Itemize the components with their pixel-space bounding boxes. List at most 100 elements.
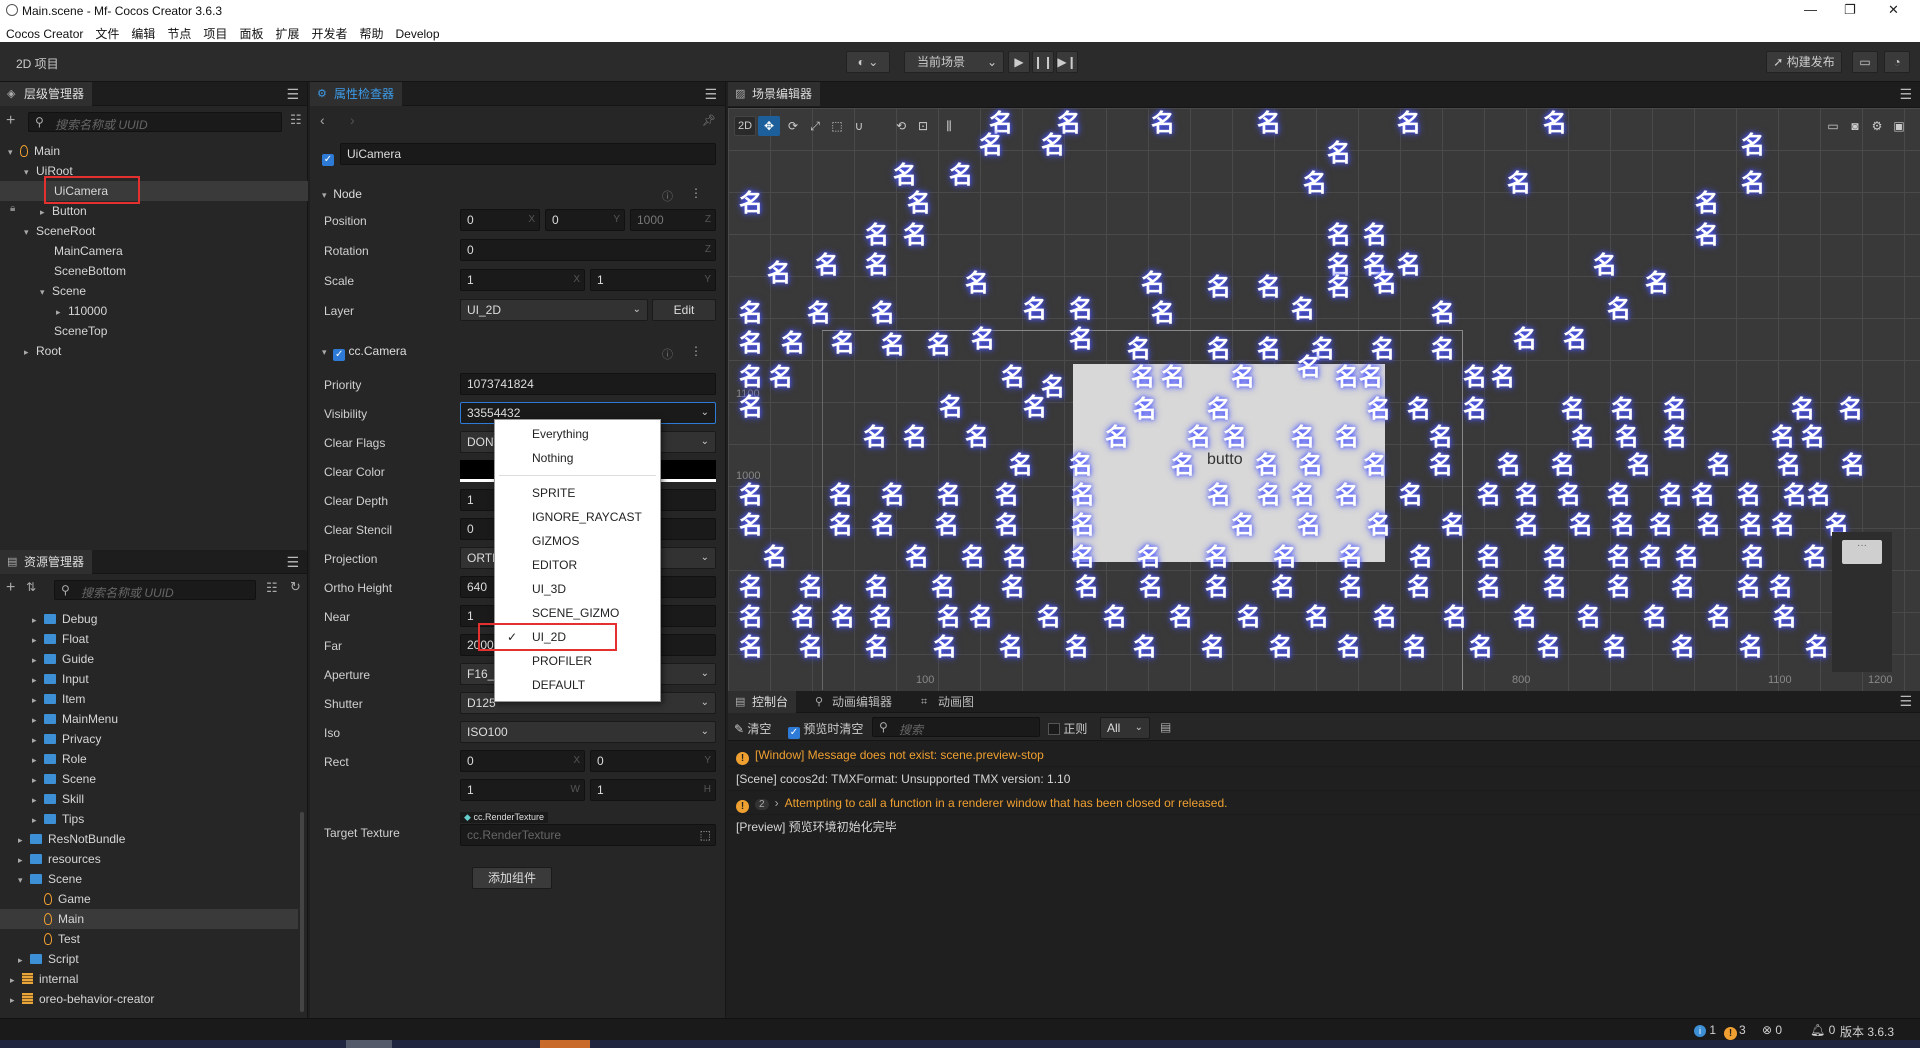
sprite-node[interactable]: 名 <box>1612 422 1642 452</box>
console-message[interactable]: ! 2 › Attempting to call a function in a re… <box>728 791 1920 815</box>
regex-toggle[interactable]: 正则 <box>1048 720 1087 737</box>
sprite-node[interactable]: 名 <box>1428 298 1458 328</box>
sprite-node[interactable]: 名 <box>736 602 766 632</box>
back-icon[interactable]: ‹ <box>320 112 325 128</box>
menu-cocos[interactable]: Cocos Creator <box>0 24 89 41</box>
user-icon[interactable]: ◔ <box>1884 51 1910 73</box>
asset-test-scene[interactable]: Test <box>44 929 80 949</box>
sprite-node[interactable]: 名 <box>1360 220 1390 250</box>
sprite-node[interactable]: 名 <box>928 572 958 602</box>
sprite-node[interactable]: 名 <box>1300 168 1330 198</box>
error-count[interactable]: ⊗ 0 <box>1762 1023 1782 1037</box>
sprite-node[interactable]: 名 <box>1332 422 1362 452</box>
sprite-node[interactable]: 名 <box>736 188 766 218</box>
sprite-node[interactable]: 名 <box>736 480 766 510</box>
sprite-node[interactable]: 名 <box>1370 268 1400 298</box>
sprite-node[interactable]: 名 <box>1334 632 1364 662</box>
align-icon[interactable]: ⫼ <box>938 116 960 136</box>
component-enabled-checkbox[interactable]: ✓ <box>333 349 346 361</box>
sprite-node[interactable]: 名 <box>862 632 892 662</box>
scene-editor-tab[interactable]: ▨ 场景编辑器 <box>728 82 821 106</box>
asset-script[interactable]: ▸ Script <box>18 949 79 969</box>
sprite-node[interactable]: 名 <box>1704 450 1734 480</box>
sprite-node[interactable]: 名 <box>1688 480 1718 510</box>
sprite-node[interactable]: 名 <box>826 510 856 540</box>
tree-node-scenebottom[interactable]: SceneBottom <box>54 261 126 281</box>
taskbar-item[interactable] <box>346 1040 392 1048</box>
rotation-field[interactable]: 0Z <box>460 239 716 261</box>
build-button[interactable]: ➚ 构建发布 <box>1766 51 1842 73</box>
sprite-node[interactable]: 名 <box>1184 422 1214 452</box>
sprite-node[interactable]: 名 <box>1668 572 1698 602</box>
rotate-tool-icon[interactable]: ⟳ <box>782 116 804 136</box>
add-node-icon[interactable]: + <box>6 112 15 130</box>
sprite-node[interactable]: 名 <box>736 510 766 540</box>
sprite-node[interactable]: 名 <box>1066 294 1096 324</box>
sprite-node[interactable]: 名 <box>1426 450 1456 480</box>
more-icon[interactable]: ⋮ <box>690 186 702 200</box>
list-icon[interactable]: ☷ <box>290 112 302 128</box>
sprite-node[interactable]: 名 <box>1134 542 1164 572</box>
sprite-node[interactable]: 名 <box>1636 542 1666 572</box>
sprite-node[interactable]: 名 <box>1270 542 1300 572</box>
sprite-node[interactable]: 名 <box>1062 632 1092 662</box>
sprite-node[interactable]: 名 <box>1324 138 1354 168</box>
scale-y-field[interactable]: 1Y <box>590 269 716 291</box>
scene-viewport[interactable]: butto 1000 1100 100 800 1100 1200 名名名名名名… <box>728 108 1920 691</box>
sprite-node[interactable]: 名 <box>1254 334 1284 364</box>
sprite-node[interactable]: 名 <box>1288 294 1318 324</box>
position-x-field[interactable]: 0X <box>460 209 540 231</box>
log-filter-select[interactable]: All ⌄ <box>1100 717 1150 739</box>
sprite-node[interactable]: 名 <box>1102 422 1132 452</box>
iso-select[interactable]: ISO100 ⌄ <box>460 721 716 743</box>
sprite-node[interactable]: 名 <box>976 130 1006 160</box>
taskbar-item[interactable] <box>540 1040 590 1048</box>
asset-input[interactable]: ▸ Input <box>32 669 89 689</box>
asset-item[interactable]: ▸ Item <box>32 689 85 709</box>
menu-panel[interactable]: 面板 <box>233 22 269 42</box>
sprite-node[interactable]: 名 <box>1234 602 1264 632</box>
add-component-button[interactable]: 添加组件 <box>472 867 552 889</box>
more-icon[interactable]: ⋮ <box>690 344 702 358</box>
sprite-node[interactable]: 名 <box>760 542 790 572</box>
console-message[interactable]: [Scene] cocos2d: TMXFormat: Unsupported … <box>728 767 1920 791</box>
sprite-node[interactable]: 名 <box>1228 510 1258 540</box>
sprite-node[interactable]: 名 <box>1296 450 1326 480</box>
sprite-node[interactable]: 名 <box>1604 572 1634 602</box>
sprite-node[interactable]: 名 <box>1166 602 1196 632</box>
dropdown-option-default[interactable]: DEFAULT <box>495 675 660 695</box>
sprite-node[interactable]: 名 <box>1668 632 1698 662</box>
preview-platform-select[interactable]: ◐ ⌄ <box>846 51 890 73</box>
sprite-node[interactable]: 名 <box>1138 268 1168 298</box>
menu-extension[interactable]: 扩展 <box>269 22 305 42</box>
asset-skill[interactable]: ▸ Skill <box>32 789 84 809</box>
rect-w-field[interactable]: 1W <box>460 779 585 801</box>
sprite-node[interactable]: 名 <box>796 572 826 602</box>
sort-icon[interactable]: ⇅ <box>26 580 36 594</box>
pick-asset-icon[interactable]: ⬚ <box>700 825 711 845</box>
notify-count[interactable]: 🔔︎ 0 <box>1810 1023 1835 1037</box>
console-message[interactable]: [Preview] 预览环境初始化完毕 <box>728 815 1920 839</box>
asset-role[interactable]: ▸ Role <box>32 749 87 769</box>
sprite-node[interactable]: 名 <box>1440 602 1470 632</box>
console-tab[interactable]: ▤ 控制台 <box>728 691 797 713</box>
asset-oreo[interactable]: ▸ oreo-behavior-creator <box>10 989 154 1009</box>
dropdown-option-ignore-raycast[interactable]: IGNORE_RAYCAST <box>495 507 660 527</box>
sprite-node[interactable]: 名 <box>900 220 930 250</box>
expand-icon[interactable]: › <box>775 796 779 810</box>
pivot-icon[interactable]: ⟲ <box>890 116 912 136</box>
sprite-node[interactable]: 名 <box>1294 352 1324 382</box>
camera-icon[interactable]: ◙ <box>1844 116 1866 136</box>
sprite-node[interactable]: 名 <box>1400 632 1430 662</box>
sprite-node[interactable]: 名 <box>828 602 858 632</box>
view-icon[interactable]: ▭ <box>1822 116 1844 136</box>
asset-internal[interactable]: ▸ internal <box>10 969 78 989</box>
sprite-node[interactable]: 名 <box>1738 542 1768 572</box>
sprite-node[interactable]: 名 <box>1404 572 1434 602</box>
sprite-node[interactable]: 名 <box>1474 480 1504 510</box>
info-count[interactable]: i 1 <box>1694 1023 1716 1037</box>
sprite-node[interactable]: 名 <box>924 330 954 360</box>
sprite-node[interactable]: 名 <box>860 422 890 452</box>
sprite-node[interactable]: 名 <box>1128 362 1158 392</box>
asset-scene-dir[interactable]: ▾ Scene <box>18 869 82 889</box>
